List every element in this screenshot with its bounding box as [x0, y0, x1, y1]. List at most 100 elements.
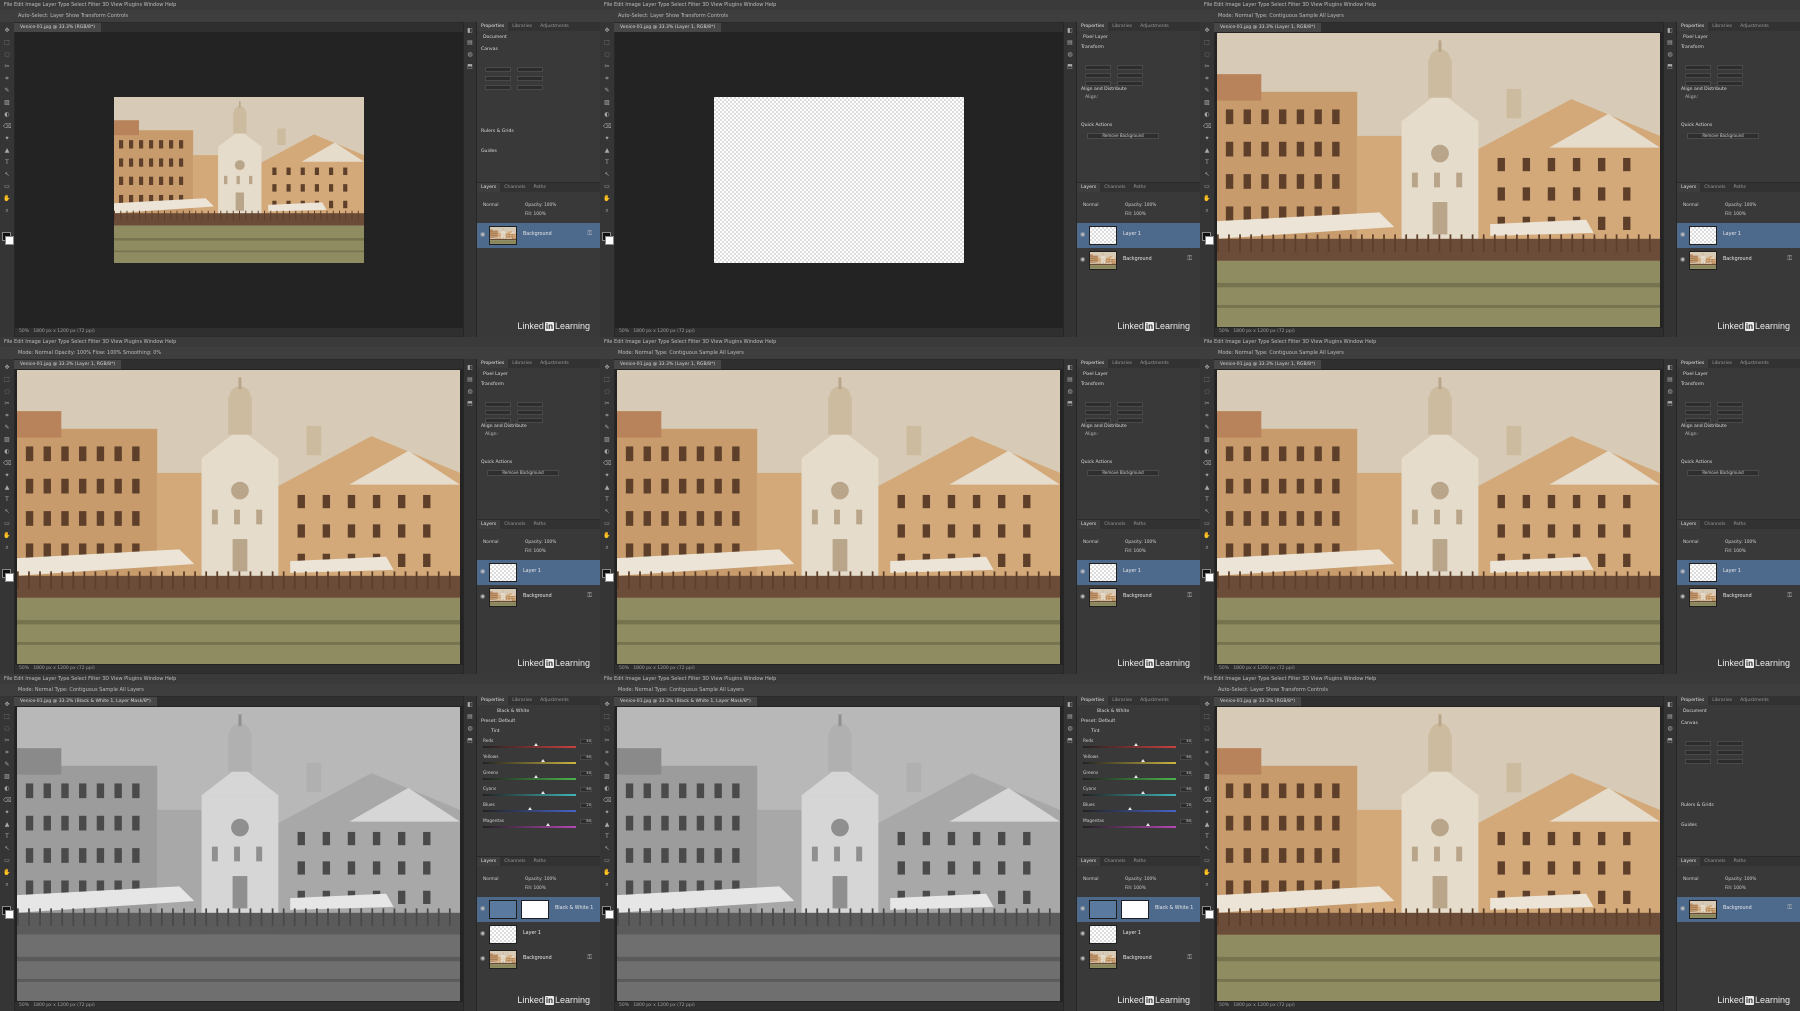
background-color-swatch[interactable]	[1205, 236, 1214, 245]
tab-paths[interactable]: Paths	[529, 857, 550, 866]
slider-knob[interactable]	[1140, 759, 1145, 762]
tool-icon[interactable]: ⌫	[1203, 124, 1211, 130]
slider-track[interactable]	[1083, 807, 1176, 812]
blend-mode-select[interactable]: Normal	[1083, 540, 1099, 545]
layer-row-background[interactable]: ◉ Background ⚿	[477, 947, 600, 972]
fill-field[interactable]: Fill: 100%	[1725, 886, 1746, 891]
eye-icon[interactable]: ◉	[1680, 594, 1685, 600]
layer-name[interactable]: Background	[1123, 594, 1152, 599]
tab-properties[interactable]: Properties	[1677, 22, 1709, 31]
section-align-distribute[interactable]: Align and Distribute	[1681, 87, 1727, 92]
tab-properties[interactable]: Properties	[477, 696, 509, 705]
tool-icon[interactable]: ⌗	[1203, 750, 1211, 756]
tool-icon[interactable]: ▭	[3, 184, 11, 190]
tool-icon[interactable]: ⌫	[1203, 461, 1211, 467]
preset-select[interactable]: Preset: Default	[1081, 719, 1115, 724]
eye-icon[interactable]: ◉	[1080, 906, 1085, 912]
tool-icon[interactable]: ✥	[603, 702, 611, 708]
slider-track[interactable]	[483, 823, 576, 828]
slider-track[interactable]	[1083, 743, 1176, 748]
canvas-fields[interactable]	[485, 57, 575, 72]
tab-adjustments[interactable]: Adjustments	[536, 359, 573, 368]
tab-channels[interactable]: Channels	[500, 857, 529, 866]
tab-libraries[interactable]: Libraries	[1108, 696, 1136, 705]
slider-value[interactable]: 60	[1180, 787, 1192, 792]
slider-knob[interactable]	[527, 807, 532, 810]
tab-properties[interactable]: Properties	[1677, 696, 1709, 705]
tab-adjustments[interactable]: Adjustments	[1136, 22, 1173, 31]
document-tab[interactable]: Venice-01.jpg @ 33.3% (Layer 1, RGB/8*)	[14, 360, 122, 369]
tool-icon[interactable]: ✥	[603, 365, 611, 371]
layer-name[interactable]: Background	[1123, 257, 1152, 262]
layer-mask-thumbnail[interactable]	[521, 900, 549, 919]
bw-slider-blues[interactable]: Blues 20	[1083, 803, 1192, 814]
slider-track[interactable]	[1083, 759, 1176, 764]
tool-icon[interactable]: ⌗	[3, 750, 11, 756]
slider-track[interactable]	[1083, 823, 1176, 828]
tool-icon[interactable]: ⌫	[603, 461, 611, 467]
menu-bar[interactable]: File Edit Image Layer Type Select Filter…	[600, 0, 1200, 10]
bw-slider-magentas[interactable]: Magentas 80	[1083, 819, 1192, 830]
tab-layers[interactable]: Layers	[477, 520, 501, 529]
tool-icon[interactable]: T	[3, 834, 11, 840]
document-tab[interactable]: Venice-01.jpg @ 33.3% (Layer 1, RGB/8*)	[1214, 23, 1322, 32]
section-transform[interactable]: Transform	[481, 382, 504, 387]
layer-row-layer1[interactable]: ◉ Layer 1	[477, 922, 600, 947]
panel-icon[interactable]: ◧	[1066, 28, 1074, 34]
section-canvas[interactable]: Canvas	[1681, 721, 1698, 726]
opacity-field[interactable]: Opacity: 100%	[1125, 877, 1156, 882]
eye-icon[interactable]: ◉	[480, 594, 485, 600]
layer-name[interactable]: Layer 1	[1123, 232, 1141, 237]
tool-icon[interactable]: ⌕	[603, 882, 611, 888]
tool-icon[interactable]: ✥	[3, 28, 11, 34]
bw-slider-blues[interactable]: Blues 20	[483, 803, 592, 814]
tool-icon[interactable]: ✎	[603, 425, 611, 431]
tool-icon[interactable]: ⬚	[3, 40, 11, 46]
zoom-level[interactable]: 50%	[1219, 329, 1229, 334]
eye-icon[interactable]: ◉	[1080, 931, 1085, 937]
canvas-area[interactable]	[15, 369, 463, 665]
slider-value[interactable]: 80	[580, 819, 592, 824]
panel-icon[interactable]: ▤	[1066, 40, 1074, 46]
eye-icon[interactable]: ◉	[1080, 569, 1085, 575]
layer-row-bw[interactable]: ◉ Black & White 1	[1077, 897, 1200, 922]
background-color-swatch[interactable]	[605, 910, 614, 919]
eye-icon[interactable]: ◉	[480, 956, 485, 962]
lock-icon[interactable]: ⚿	[1187, 955, 1192, 961]
tool-icon[interactable]: T	[1203, 834, 1211, 840]
tool-icon[interactable]: ✂	[3, 64, 11, 70]
tool-icon[interactable]: ✦	[603, 473, 611, 479]
eye-icon[interactable]: ◉	[1080, 257, 1085, 263]
panel-icon[interactable]: ◧	[1066, 702, 1074, 708]
tool-icon[interactable]: ↖	[603, 172, 611, 178]
tab-layers[interactable]: Layers	[477, 857, 501, 866]
tool-icon[interactable]: T	[3, 160, 11, 166]
tool-icon[interactable]: ⌗	[1203, 413, 1211, 419]
tool-icon[interactable]: ▭	[603, 184, 611, 190]
zoom-level[interactable]: 50%	[619, 329, 629, 334]
tool-icon[interactable]: ✂	[603, 64, 611, 70]
tab-layers[interactable]: Layers	[1077, 520, 1101, 529]
tab-libraries[interactable]: Libraries	[1708, 696, 1736, 705]
tab-channels[interactable]: Channels	[1100, 520, 1129, 529]
tool-icon[interactable]: ✦	[3, 473, 11, 479]
tool-icon[interactable]: ⌗	[603, 76, 611, 82]
eye-icon[interactable]: ◉	[1680, 232, 1685, 238]
transform-fields[interactable]	[1085, 55, 1175, 70]
tool-icon[interactable]: ▲	[3, 485, 11, 491]
lock-icon[interactable]: ⚿	[587, 955, 592, 961]
tool-icon[interactable]: ⌫	[3, 798, 11, 804]
zoom-level[interactable]: 50%	[1219, 666, 1229, 671]
tool-icon[interactable]: ⌗	[3, 76, 11, 82]
panel-icon[interactable]: ◧	[1666, 702, 1674, 708]
eye-icon[interactable]: ◉	[1080, 594, 1085, 600]
canvas-area[interactable]	[615, 706, 1063, 1002]
tool-icon[interactable]: ◐	[3, 112, 11, 118]
tab-layers[interactable]: Layers	[1077, 183, 1101, 192]
tool-icon[interactable]: ◌	[3, 52, 11, 58]
canvas-area[interactable]	[1215, 706, 1663, 1002]
tab-channels[interactable]: Channels	[500, 183, 529, 192]
canvas-area[interactable]	[1215, 32, 1663, 328]
tool-icon[interactable]: ▭	[1203, 858, 1211, 864]
tool-icon[interactable]: ⬚	[603, 377, 611, 383]
